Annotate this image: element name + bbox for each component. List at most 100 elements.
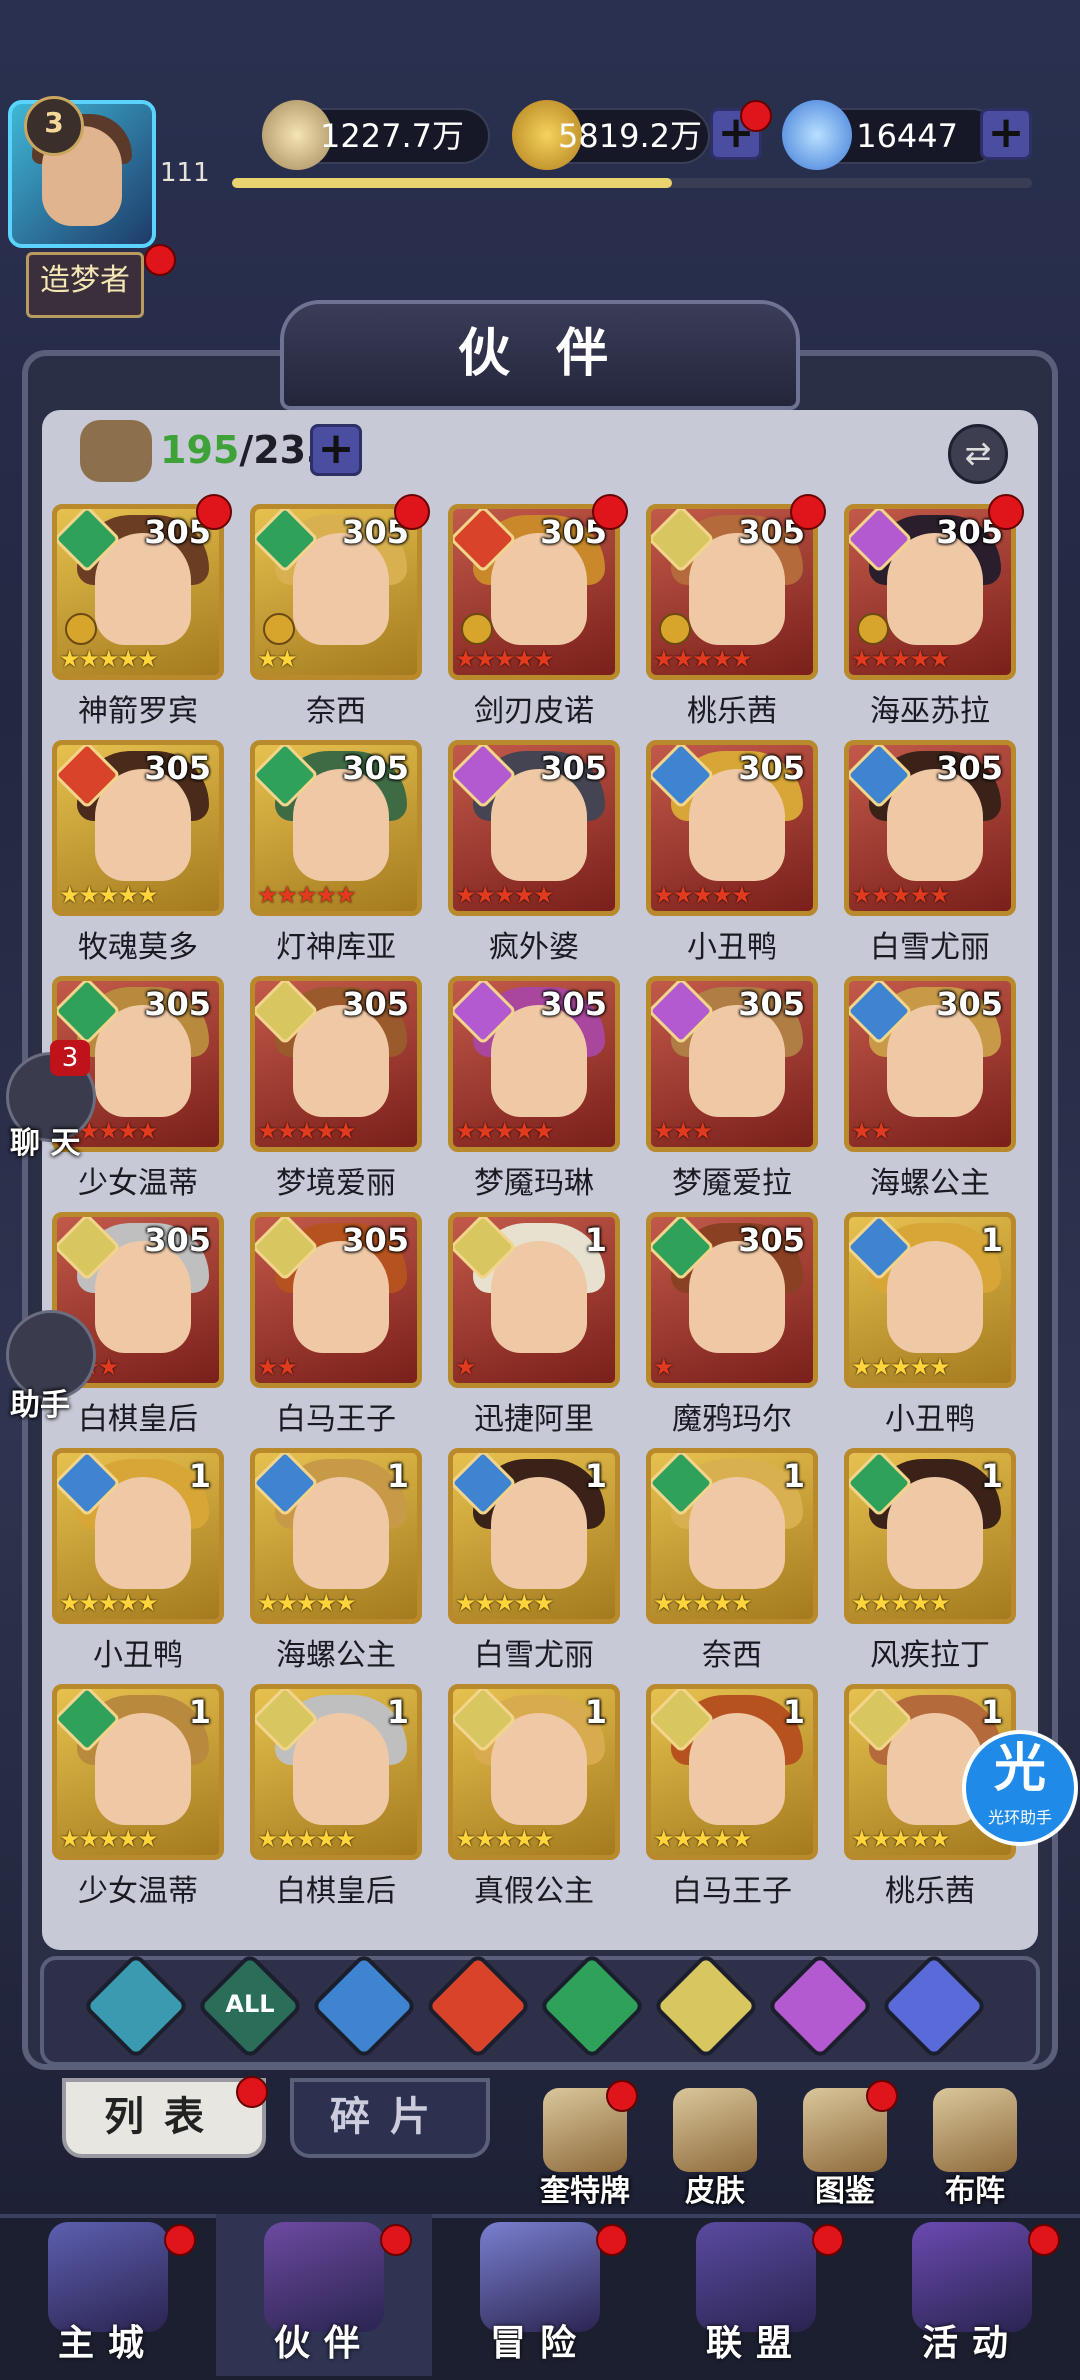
star-icon: ★ — [513, 881, 535, 909]
star-icon: ★ — [731, 645, 752, 673]
star-icon: ★ — [315, 1117, 337, 1145]
star-icon: ★ — [117, 1589, 139, 1617]
hero-card[interactable]: 305 ★★ — [844, 976, 1016, 1152]
hero-stars: ★★★★★ — [851, 1589, 951, 1617]
gold-display: 5819.2万 — [512, 100, 710, 170]
star-icon: ★ — [890, 881, 911, 909]
hero-card[interactable]: 1 ★★★★★ — [844, 1212, 1016, 1388]
hero-level: 305 — [342, 985, 409, 1023]
hero-card[interactable]: 305★★★★★ — [844, 740, 1016, 916]
star-icon: ★ — [474, 1825, 496, 1853]
hero-card[interactable]: 305 ★★★★★ — [250, 976, 422, 1152]
expand-capacity-button[interactable]: + — [310, 424, 362, 476]
star-icon: ★ — [98, 1117, 119, 1145]
star-icon: ★ — [653, 1353, 674, 1381]
hero-card[interactable]: 305★★★★★ — [52, 740, 224, 916]
nav-notification-dot — [812, 2224, 844, 2256]
hero-card[interactable]: 1 ★★★★★ — [646, 1684, 818, 1860]
star-icon: ★ — [929, 1353, 950, 1381]
hero-stars: ★★★★★ — [257, 1117, 357, 1145]
star-icon: ★ — [137, 1589, 158, 1617]
hero-card[interactable]: 1 ★★★★★ — [844, 1448, 1016, 1624]
halo-assistant-button[interactable]: 光 光环助手 — [962, 1730, 1078, 1846]
hero-card[interactable]: 305 ★★ — [250, 1212, 422, 1388]
hero-card[interactable]: 1 ★★★★★ — [250, 1448, 422, 1624]
page-title: 伙 伴 — [457, 324, 623, 384]
hero-card[interactable]: 1 ★★★★★ — [52, 1684, 224, 1860]
hero-name: 小丑鸭 — [93, 1638, 183, 1673]
hero-level: 1 — [584, 1457, 607, 1495]
hero-name: 少女温蒂 — [78, 1874, 198, 1909]
star-icon: ★ — [276, 1825, 298, 1853]
star-icon: ★ — [78, 881, 100, 909]
star-icon: ★ — [890, 1353, 911, 1381]
hero-level: 305 — [342, 749, 409, 787]
tab-fragments[interactable]: 碎片 — [290, 2078, 490, 2158]
star-icon: ★ — [909, 645, 931, 673]
hero-card[interactable]: 305★★★★★ — [448, 740, 620, 916]
star-icon: ★ — [870, 1589, 892, 1617]
hero-stars: ★★★★★ — [653, 1825, 753, 1853]
star-icon: ★ — [653, 1589, 674, 1617]
hero-level: 1 — [584, 1221, 607, 1259]
hero-name: 梦魇玛琳 — [474, 1166, 594, 1201]
hero-card[interactable]: 305 ★★ — [250, 504, 422, 680]
hero-card[interactable]: 305★★★★★ — [250, 740, 422, 916]
hero-card[interactable]: 1 ★★★★★ — [52, 1448, 224, 1624]
hero-stars: ★★★★★ — [59, 1589, 159, 1617]
star-icon: ★ — [653, 1117, 674, 1145]
star-icon: ★ — [335, 1589, 356, 1617]
shortcut-skin[interactable]: 皮肤 — [660, 2088, 770, 2210]
star-icon: ★ — [59, 645, 80, 673]
star-icon: ★ — [909, 1825, 931, 1853]
shortcut-formation[interactable]: 布阵 — [920, 2088, 1030, 2210]
hero-stars: ★★★★★ — [653, 1589, 753, 1617]
hero-name: 迅捷阿里 — [474, 1402, 594, 1437]
star-icon: ★ — [98, 881, 119, 909]
formation-icon — [933, 2088, 1017, 2172]
power-display: 1227.7万 — [262, 100, 490, 170]
star-icon: ★ — [851, 1825, 872, 1853]
hero-stars: ★★★★★ — [455, 1117, 555, 1145]
star-icon: ★ — [335, 1117, 356, 1145]
hero-stars: ★★ — [257, 645, 298, 673]
tab-list-dot — [236, 2076, 268, 2108]
hero-level: 1 — [584, 1693, 607, 1731]
star-icon: ★ — [533, 1589, 554, 1617]
hero-level: 1 — [188, 1693, 211, 1731]
hero-card[interactable]: 305★★★★★ — [448, 504, 620, 680]
star-icon: ★ — [59, 1825, 80, 1853]
hero-stars: ★★★★★ — [455, 1825, 555, 1853]
star-icon: ★ — [513, 1825, 535, 1853]
hero-level: 1 — [980, 1457, 1003, 1495]
hero-card[interactable]: 305★★★★★ — [844, 504, 1016, 680]
filter-label: ALL — [225, 1990, 275, 2018]
hero-stars: ★★★★★ — [851, 881, 951, 909]
star-icon: ★ — [276, 881, 298, 909]
star-icon: ★ — [455, 1353, 476, 1381]
player-title[interactable]: 造梦者 — [26, 252, 144, 318]
hero-card[interactable]: 1 ★★★★★ — [448, 1684, 620, 1860]
hero-card[interactable]: 1 ★★★★★ — [250, 1684, 422, 1860]
hero-card[interactable]: 305★★★★★ — [646, 740, 818, 916]
hero-card[interactable]: 305 ★★★★★ — [448, 976, 620, 1152]
hero-card[interactable]: 1 ★★★★★ — [448, 1448, 620, 1624]
star-icon: ★ — [78, 1589, 100, 1617]
hero-card[interactable]: 1 ★ — [448, 1212, 620, 1388]
hero-name: 桃乐茜 — [885, 1874, 975, 1909]
hero-card[interactable]: 305★★★★★ — [52, 504, 224, 680]
hero-level: 305 — [540, 985, 607, 1023]
hero-card[interactable]: 305 ★ — [646, 1212, 818, 1388]
star-icon: ★ — [455, 1825, 476, 1853]
hero-name: 海巫苏拉 — [870, 694, 990, 729]
star-icon: ★ — [692, 881, 713, 909]
star-icon: ★ — [909, 881, 931, 909]
hero-level: 305 — [738, 985, 805, 1023]
hero-stars: ★★★★★ — [455, 1589, 555, 1617]
hero-card[interactable]: 305★★★★★ — [646, 504, 818, 680]
hero-card[interactable]: 1 ★★★★★ — [646, 1448, 818, 1624]
sort-toggle-button[interactable]: ⇄ — [948, 424, 1008, 484]
star-icon: ★ — [870, 881, 892, 909]
hero-card[interactable]: 305★★★ — [646, 976, 818, 1152]
add-diamond-button[interactable]: + — [980, 108, 1032, 160]
